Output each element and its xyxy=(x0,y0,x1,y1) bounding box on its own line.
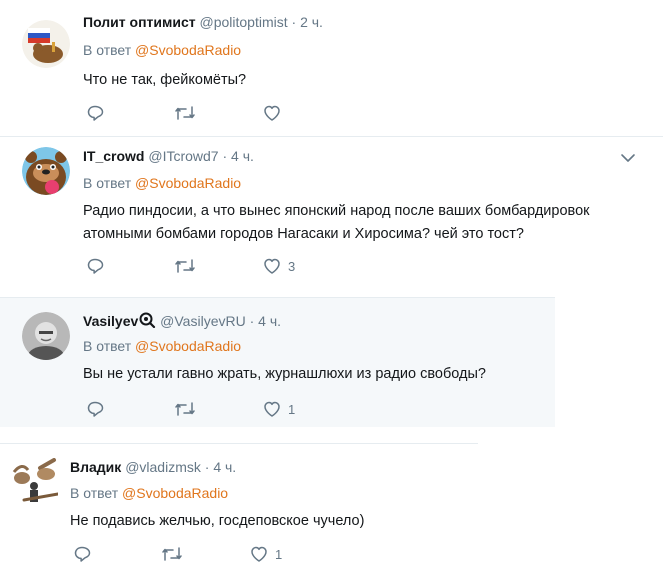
tweet-text: Не подавись желчью, госдеповское чучело) xyxy=(70,513,365,529)
reply-icon xyxy=(87,258,104,274)
retweet-button[interactable] xyxy=(161,545,183,563)
reply-to-link[interactable]: @SvobodaRadio xyxy=(122,485,228,501)
like-button[interactable]: 3 xyxy=(262,257,295,275)
tweet-actions: 3 xyxy=(86,257,386,277)
reply-to-link[interactable]: @SvobodaRadio xyxy=(135,175,241,191)
tweet-header: Владик @vladizmsk · 4 ч. xyxy=(70,459,236,475)
timestamp[interactable]: 4 ч. xyxy=(258,313,281,329)
author-name[interactable]: Владик xyxy=(70,459,121,475)
tweet-header: Vasilyev @VasilyevRU · 4 ч. xyxy=(83,312,281,329)
avatar[interactable] xyxy=(22,312,70,360)
reply-button[interactable] xyxy=(86,257,104,275)
timestamp[interactable]: 2 ч. xyxy=(300,14,323,30)
timestamp[interactable]: 4 ч. xyxy=(231,148,254,164)
like-button[interactable] xyxy=(262,104,288,122)
timestamp[interactable]: 4 ч. xyxy=(213,459,236,475)
tweet-actions xyxy=(86,104,386,124)
like-count: 1 xyxy=(288,401,296,417)
reply-prefix: В ответ xyxy=(83,175,132,191)
chevron-down-icon[interactable] xyxy=(620,152,636,164)
tweet-header: IT_crowd @ITcrowd7 · 4 ч. xyxy=(83,148,254,164)
reply-context: В ответ @SvobodaRadio xyxy=(83,338,241,354)
reply-icon xyxy=(87,401,104,417)
tweet-header: Полит оптимист @politoptimist · 2 ч. xyxy=(83,14,323,30)
like-count: 1 xyxy=(275,546,283,562)
author-handle[interactable]: @ITcrowd7 xyxy=(148,148,218,164)
reply-icon xyxy=(74,546,91,562)
tweet-1[interactable]: Полит оптимист @politoptimist · 2 ч. В о… xyxy=(0,0,663,135)
separator: · xyxy=(222,148,228,164)
author-name[interactable]: IT_crowd xyxy=(83,148,144,164)
author-handle[interactable]: @VasilyevRU xyxy=(160,313,246,329)
reply-icon xyxy=(87,105,104,121)
reply-context: В ответ @SvobodaRadio xyxy=(83,42,241,58)
tweet-text: Радио пиндосии, а что вынес японский нар… xyxy=(83,203,590,242)
separator: · xyxy=(291,14,297,30)
tweet-actions: 1 xyxy=(86,400,386,420)
separator: · xyxy=(249,313,255,329)
heart-icon xyxy=(264,401,280,417)
retweet-button[interactable] xyxy=(174,400,196,418)
avatar[interactable] xyxy=(22,147,70,195)
retweet-icon xyxy=(175,106,195,120)
author-handle[interactable]: @vladizmsk xyxy=(125,459,201,475)
heart-icon xyxy=(251,546,267,562)
reply-button[interactable] xyxy=(86,104,104,122)
author-name[interactable]: Полит оптимист xyxy=(83,14,196,30)
tweet-text: Вы не устали гавно жрать, журнашлюхи из … xyxy=(83,366,486,382)
reply-button[interactable] xyxy=(86,400,104,418)
retweet-button[interactable] xyxy=(174,257,196,275)
like-count: 3 xyxy=(288,258,296,274)
retweet-icon xyxy=(175,402,195,416)
retweet-icon xyxy=(162,547,182,561)
like-button[interactable]: 1 xyxy=(262,400,295,418)
reply-context: В ответ @SvobodaRadio xyxy=(83,175,241,191)
author-handle[interactable]: @politoptimist xyxy=(199,14,287,30)
tweet-actions: 1 xyxy=(73,545,373,565)
separator: · xyxy=(204,459,210,475)
reply-prefix: В ответ xyxy=(83,42,132,58)
avatar[interactable] xyxy=(22,20,70,68)
heart-icon xyxy=(264,258,280,274)
tweet-3[interactable]: Vasilyev @VasilyevRU · 4 ч. В ответ @Svo… xyxy=(0,298,555,426)
author-name[interactable]: Vasilyev xyxy=(83,313,138,329)
reply-to-link[interactable]: @SvobodaRadio xyxy=(135,42,241,58)
like-button[interactable]: 1 xyxy=(249,545,282,563)
eye-badge-icon xyxy=(139,312,156,329)
retweet-icon xyxy=(175,259,195,273)
tweet-text: Что не так, фейкомёты? xyxy=(83,72,247,88)
reply-to-link[interactable]: @SvobodaRadio xyxy=(135,338,241,354)
reply-prefix: В ответ xyxy=(70,485,119,501)
tweet-4[interactable]: Владик @vladizmsk · 4 ч. В ответ @Svobod… xyxy=(0,444,663,583)
reply-prefix: В ответ xyxy=(83,338,132,354)
tweet-2[interactable]: IT_crowd @ITcrowd7 · 4 ч. В ответ @Svobo… xyxy=(0,137,663,297)
reply-button[interactable] xyxy=(73,545,91,563)
reply-context: В ответ @SvobodaRadio xyxy=(70,485,228,501)
avatar[interactable] xyxy=(10,458,58,506)
heart-icon xyxy=(264,105,280,121)
retweet-button[interactable] xyxy=(174,104,196,122)
